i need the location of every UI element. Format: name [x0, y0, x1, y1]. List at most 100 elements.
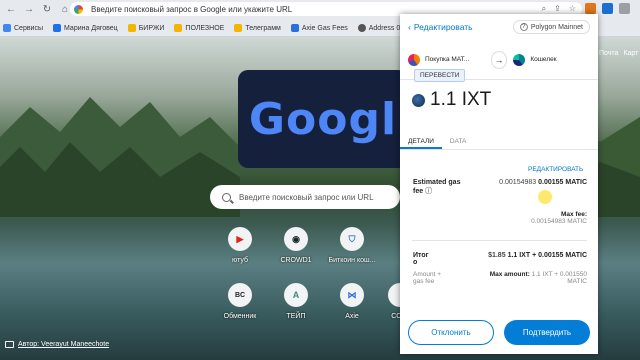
youtube-icon: ▶ [228, 227, 252, 251]
crowd1-icon: ◉ [284, 227, 308, 251]
puzzle-extensions-icon[interactable] [619, 3, 630, 14]
teip-icon: A [284, 283, 308, 307]
shortcut-tile[interactable]: ▶ ютуб [210, 227, 270, 264]
shortcut-label: Биткоин кош... [328, 257, 376, 264]
question-icon: ? [519, 23, 528, 31]
google-icon [74, 4, 83, 14]
edit-label: Редактировать [413, 22, 473, 32]
apps-grid-icon [3, 24, 11, 32]
tab-details[interactable]: ДЕТАЛИ [400, 134, 442, 149]
exchanger-icon: BC [228, 283, 252, 307]
shortcut-label: ТЕЙП [286, 313, 306, 320]
estimated-gas-fee-label: Estimated gas fee ⓘ [413, 179, 463, 196]
image-icon [5, 341, 14, 348]
estimated-fee-value: 0.00154983 [499, 179, 537, 186]
shortcut-label: CROWD1 [280, 257, 312, 264]
total-label-line-2: о [413, 259, 418, 266]
transfer-amount: 1.1 IXT [412, 89, 491, 111]
shortcut-tile[interactable]: A ТЕЙП [266, 283, 326, 320]
folder-icon [127, 24, 136, 32]
token-icon [412, 93, 425, 107]
total-sub-label: Amount + gas fee [413, 271, 442, 285]
bookmark-item[interactable]: БИРЖИ [127, 24, 165, 32]
ntp-search-placeholder: Введите поисковый запрос или URL [239, 192, 374, 202]
edit-button[interactable]: ‹ Редактировать [408, 22, 473, 32]
network-pill[interactable]: ? Polygon Mainnet [512, 20, 590, 34]
details-tabs: ДЕТАЛИ DATA [400, 134, 598, 150]
shortcut-tile[interactable]: BC Обменник [210, 283, 270, 320]
total-usd: $1.85 [488, 252, 506, 259]
network-name: Polygon Mainnet [530, 23, 583, 31]
metamask-extension-icon[interactable] [585, 3, 596, 14]
gmail-link[interactable]: Почта [599, 50, 618, 57]
shortcut-tile[interactable]: ◉ CROWD1 [266, 227, 326, 264]
folder-icon [174, 24, 183, 32]
address-bar-placeholder: Введите поисковый запрос в Google или ук… [91, 4, 293, 14]
total-label: Итог о [413, 252, 429, 266]
bookmark-item[interactable]: Марина Дяговец [53, 24, 118, 32]
shortcut-tile[interactable]: ⛉ Биткоин кош... [322, 227, 382, 264]
etherscan-icon [357, 24, 366, 32]
max-fee-value: 0.00154983 MATIC [531, 218, 587, 225]
account-avatar-icon [513, 53, 526, 66]
estimated-fee-matic: 0.00155 MATIC [538, 179, 587, 186]
bookmark-label: БИРЖИ [138, 24, 165, 32]
from-account-name: Покупка МАТ... [425, 56, 470, 63]
bookmark-label: ПОЛЕЗНОЕ [185, 24, 225, 32]
background-author-link[interactable]: Автор: Veerayut Maneechote [5, 341, 109, 348]
search-lens-icon[interactable]: ⌕ [542, 4, 546, 14]
bookmark-item[interactable]: Телеграмм [234, 24, 281, 32]
bitcoin-wallet-icon: ⛉ [340, 227, 364, 251]
arrow-right-icon: → [490, 50, 508, 69]
gas-fee-section: Estimated gas fee ⓘ 0.00154983 0.00155 M… [413, 179, 587, 225]
ntp-search-box[interactable]: Введите поисковый запрос или URL [210, 185, 400, 209]
amount-value: 1.1 IXT [430, 89, 492, 110]
account-avatar-icon [408, 53, 420, 66]
bookmark-label: Axie Gas Fees [301, 24, 348, 32]
max-fee-label: Max fee: [560, 211, 587, 218]
max-amount-label: Max amount: [489, 271, 530, 278]
top-right-links: Почта Карт [599, 50, 638, 57]
chevron-left-icon: ‹ [408, 22, 411, 32]
max-amount-value: 1.1 IXT + 0.001550 MATIC [531, 271, 587, 285]
total-label-line-1: Итог [413, 252, 429, 259]
estimated-label-text: Estimated gas fee [413, 179, 461, 195]
messenger-icon [53, 24, 62, 32]
confirm-button[interactable]: Подтвердить [504, 320, 590, 345]
shield-extension-icon[interactable] [602, 3, 613, 14]
popup-header: ‹ Редактировать ? Polygon Mainnet [400, 14, 598, 40]
divider [412, 240, 587, 241]
bookmark-label: Телеграмм [245, 24, 281, 32]
share-icon[interactable]: ⇪ [554, 4, 561, 14]
bookmark-item[interactable]: Сервисы [3, 24, 43, 32]
axie-icon: ⋈ [340, 283, 364, 307]
bookmark-label: Сервисы [14, 24, 44, 32]
bookmark-star-icon[interactable]: ☆ [569, 4, 576, 14]
shortcut-label: Axie [345, 313, 359, 320]
forward-icon[interactable]: → [22, 3, 36, 17]
shortcut-label: Обменник [223, 313, 257, 320]
author-text: Автор: Veerayut Maneechote [18, 341, 110, 348]
google-doodle[interactable]: Googl [238, 70, 408, 168]
shortcut-label: ютуб [232, 257, 248, 264]
total-section: Итог о $1.85 1.1 IXT + 0.00155 MATIC Amo… [413, 252, 587, 285]
to-account-name: Кошелек [530, 56, 557, 63]
tab-data[interactable]: DATA [442, 134, 474, 149]
info-icon[interactable]: ⓘ [425, 188, 432, 195]
bookmark-label: Марина Дяговец [64, 24, 118, 32]
bookmark-item[interactable]: ПОЛЕЗНОЕ [174, 24, 224, 32]
maps-link[interactable]: Карт [623, 50, 638, 57]
cursor-highlight [538, 190, 552, 204]
reject-button[interactable]: Отклонить [408, 320, 494, 345]
bookmark-item[interactable]: Axie Gas Fees [290, 24, 348, 32]
folder-icon [234, 24, 243, 32]
axie-icon [290, 24, 299, 32]
total-value: 1.1 IXT + 0.00155 MATIC [507, 252, 587, 259]
edit-fee-button[interactable]: РЕДАКТИРОВАТЬ [528, 166, 583, 173]
back-icon[interactable]: ← [4, 3, 18, 17]
search-icon [222, 192, 231, 202]
doodle-logo-text: Googl [248, 93, 398, 145]
from-account[interactable]: Покупка МАТ... [408, 53, 485, 66]
reload-icon[interactable]: ↻ [40, 3, 54, 17]
to-account[interactable]: Кошелек [513, 53, 590, 66]
